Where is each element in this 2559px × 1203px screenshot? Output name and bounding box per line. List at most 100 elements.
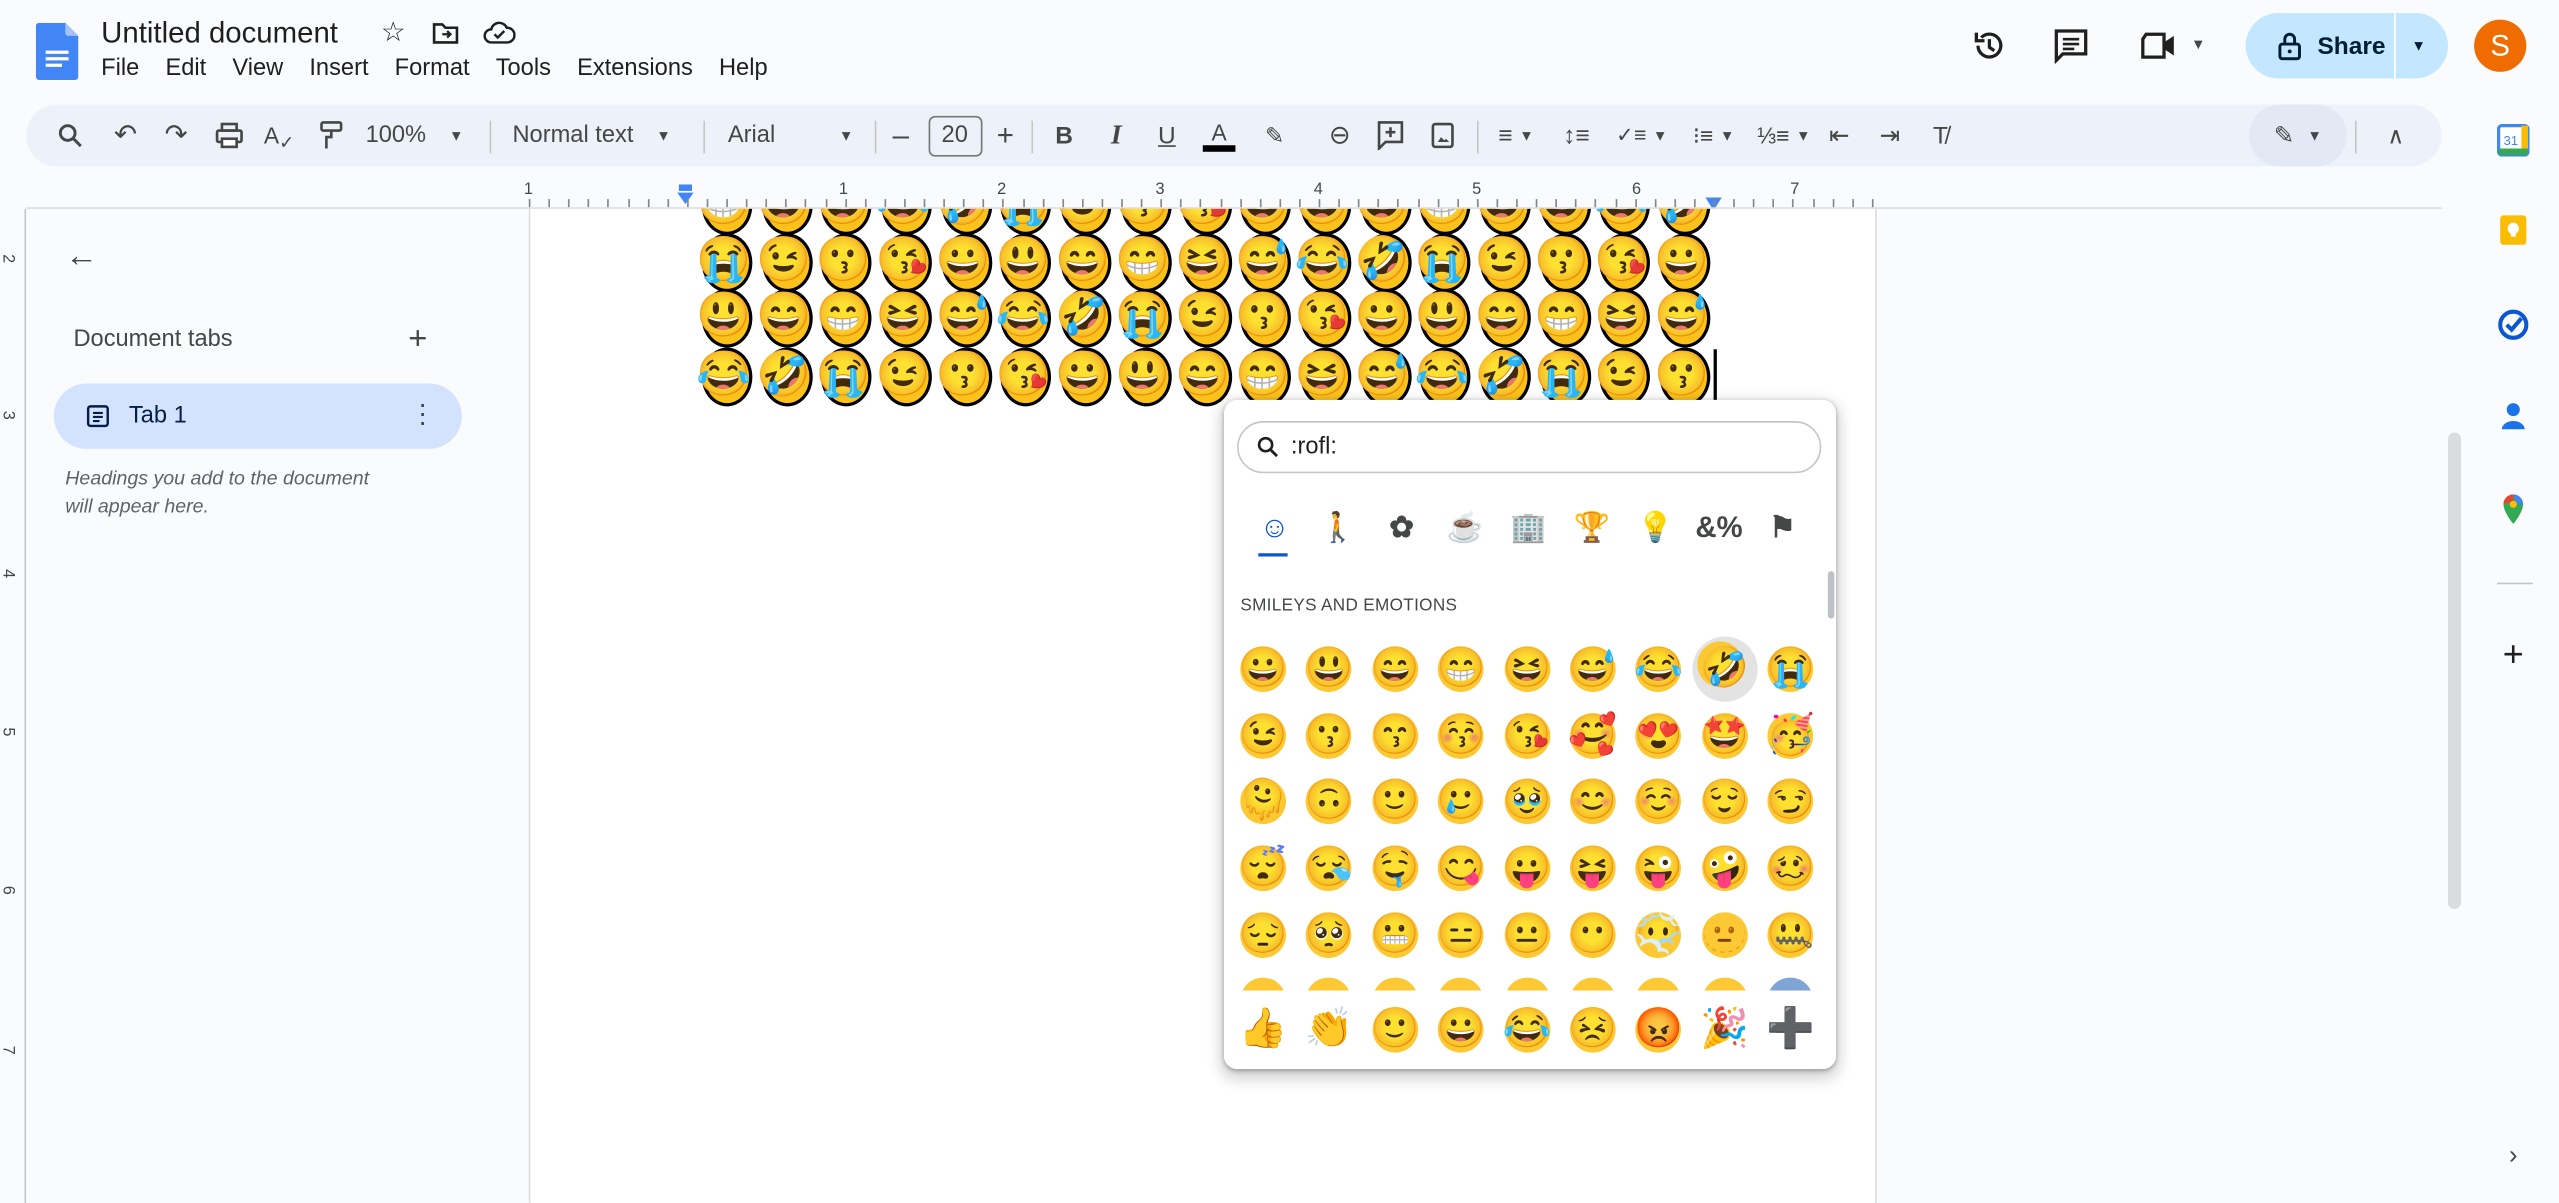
- picker-scrollbar[interactable]: [1827, 571, 1835, 619]
- emoji-option[interactable]: 😙: [1367, 708, 1422, 763]
- comments-icon[interactable]: [2053, 28, 2089, 64]
- contacts-icon[interactable]: [2497, 400, 2530, 433]
- italic-button[interactable]: I: [1103, 104, 1129, 166]
- emoji-option-clipped[interactable]: [1767, 977, 1814, 991]
- menu-format[interactable]: Format: [395, 55, 470, 81]
- decrease-font-size-button[interactable]: –: [888, 104, 914, 166]
- emoji-option[interactable]: 😊: [1565, 774, 1620, 829]
- emoji-option-clipped[interactable]: [1438, 977, 1484, 991]
- emoji-option[interactable]: 😶‍🌫️: [1631, 907, 1686, 962]
- emoji-option[interactable]: 😍: [1631, 708, 1686, 763]
- emoji-option[interactable]: 🤣: [1692, 636, 1758, 702]
- emoji-option[interactable]: 😚: [1433, 708, 1488, 763]
- emoji-option[interactable]: 😘: [1499, 708, 1554, 763]
- emoji-option[interactable]: ➕: [1763, 1002, 1818, 1057]
- emoji-option[interactable]: 😂: [1499, 1002, 1554, 1057]
- emoji-option[interactable]: 🤤: [1367, 841, 1422, 896]
- emoji-option[interactable]: 😃: [1301, 641, 1356, 696]
- numbered-list-button[interactable]: ⅓≡ ▼: [1754, 104, 1813, 166]
- menu-tools[interactable]: Tools: [496, 55, 551, 81]
- emoji-option[interactable]: 😡: [1631, 1002, 1686, 1057]
- emoji-option[interactable]: 😀: [1433, 1002, 1488, 1057]
- left-indent-marker[interactable]: [677, 184, 694, 205]
- emoji-option-clipped[interactable]: [1372, 977, 1418, 991]
- print-icon[interactable]: [211, 104, 247, 166]
- document-title[interactable]: Untitled document: [101, 16, 338, 50]
- emoji-option[interactable]: 😣: [1565, 1002, 1620, 1057]
- emoji-option[interactable]: 🥴: [1763, 841, 1818, 896]
- paint-format-icon[interactable]: [313, 104, 349, 166]
- spellcheck-icon[interactable]: A ✓: [261, 104, 297, 166]
- insert-image-icon[interactable]: [1426, 104, 1459, 166]
- hide-menus-button[interactable]: ∧: [2379, 104, 2412, 166]
- emoji-option[interactable]: 😆: [1499, 641, 1554, 696]
- share-dropdown-icon[interactable]: ▼: [2409, 36, 2429, 56]
- emoji-option[interactable]: 🫠: [1235, 774, 1290, 829]
- emoji-option[interactable]: 😔: [1235, 907, 1290, 962]
- emoji-option[interactable]: 😝: [1565, 841, 1620, 896]
- zoom-select[interactable]: 100% ▼: [366, 104, 480, 166]
- emoji-option[interactable]: 😬: [1367, 907, 1422, 962]
- emoji-option[interactable]: 🙂: [1367, 774, 1422, 829]
- increase-indent-icon[interactable]: ⇥: [1874, 104, 1907, 166]
- font-select[interactable]: Arial ▼: [728, 104, 859, 166]
- tab-1[interactable]: Tab 1 ⋮: [53, 383, 462, 449]
- emoji-option[interactable]: 🥰: [1565, 708, 1620, 763]
- paragraph-style-select[interactable]: Normal text ▼: [512, 104, 683, 166]
- emoji-option-clipped[interactable]: [1569, 977, 1616, 991]
- emoji-option[interactable]: 😪: [1301, 841, 1356, 896]
- menu-file[interactable]: File: [101, 55, 139, 81]
- add-comment-icon[interactable]: [1374, 104, 1407, 166]
- expand-side-panel-icon[interactable]: ›: [2497, 1141, 2530, 1174]
- font-size-input[interactable]: 20: [927, 104, 982, 166]
- share-button[interactable]: Share ▼: [2245, 13, 2448, 79]
- calendar-icon[interactable]: 31: [2496, 124, 2530, 157]
- menu-edit[interactable]: Edit: [165, 55, 206, 81]
- emoji-option[interactable]: 🥹: [1499, 774, 1554, 829]
- emoji-option[interactable]: 🥲: [1433, 774, 1488, 829]
- editing-mode-button[interactable]: ✎ ▼: [2248, 104, 2347, 167]
- emoji-option[interactable]: 😏: [1763, 774, 1818, 829]
- emoji-option[interactable]: 🫥: [1697, 907, 1752, 962]
- docs-logo[interactable]: [35, 22, 79, 80]
- keep-icon[interactable]: [2497, 214, 2530, 247]
- search-menus-button[interactable]: [49, 104, 91, 166]
- line-spacing-icon[interactable]: ↕≡: [1560, 104, 1593, 166]
- clear-formatting-icon[interactable]: T̸: [1924, 104, 1957, 166]
- bold-button[interactable]: B: [1051, 104, 1077, 166]
- star-icon[interactable]: ☆: [379, 16, 408, 47]
- menu-view[interactable]: View: [232, 55, 283, 81]
- emoji-option[interactable]: 🤐: [1763, 907, 1818, 962]
- emoji-option[interactable]: ☺️: [1631, 774, 1686, 829]
- emoji-option[interactable]: 😜: [1631, 841, 1686, 896]
- emoji-option[interactable]: 😴: [1235, 841, 1290, 896]
- insert-link-icon[interactable]: ⊖: [1324, 104, 1357, 166]
- undo-icon[interactable]: ↶: [108, 104, 144, 166]
- horizontal-ruler[interactable]: 1 1 2 3 4 5 6 7: [524, 180, 1877, 211]
- emoji-option[interactable]: 🥳: [1763, 708, 1818, 763]
- emoji-option[interactable]: 🙃: [1301, 774, 1356, 829]
- emoji-option-clipped[interactable]: [1635, 977, 1682, 991]
- emoji-option[interactable]: 😂: [1631, 641, 1686, 696]
- emoji-option[interactable]: 🤩: [1697, 708, 1752, 763]
- emoji-option[interactable]: 🥺: [1301, 907, 1356, 962]
- meet-icon[interactable]: [2138, 29, 2180, 62]
- avatar[interactable]: S: [2474, 19, 2527, 72]
- increase-font-size-button[interactable]: +: [992, 104, 1018, 166]
- menu-insert[interactable]: Insert: [309, 55, 368, 81]
- move-folder-icon[interactable]: [431, 18, 460, 47]
- decrease-indent-icon[interactable]: ⇤: [1823, 104, 1856, 166]
- emoji-option[interactable]: 😉: [1235, 708, 1290, 763]
- emoji-option[interactable]: 🤪: [1697, 841, 1752, 896]
- get-addons-icon[interactable]: +: [2497, 633, 2530, 674]
- emoji-option[interactable]: 😛: [1499, 841, 1554, 896]
- back-arrow-icon[interactable]: ←: [65, 237, 98, 273]
- add-tab-icon[interactable]: +: [403, 321, 432, 357]
- emoji-option[interactable]: 😗: [1301, 708, 1356, 763]
- emoji-option-clipped[interactable]: [1240, 977, 1287, 991]
- underline-button[interactable]: U: [1154, 104, 1180, 166]
- emoji-option[interactable]: 🙂: [1367, 1002, 1422, 1057]
- cloud-saved-icon[interactable]: [483, 18, 516, 47]
- emoji-option[interactable]: 😐: [1499, 907, 1554, 962]
- emoji-option-clipped[interactable]: [1504, 977, 1550, 991]
